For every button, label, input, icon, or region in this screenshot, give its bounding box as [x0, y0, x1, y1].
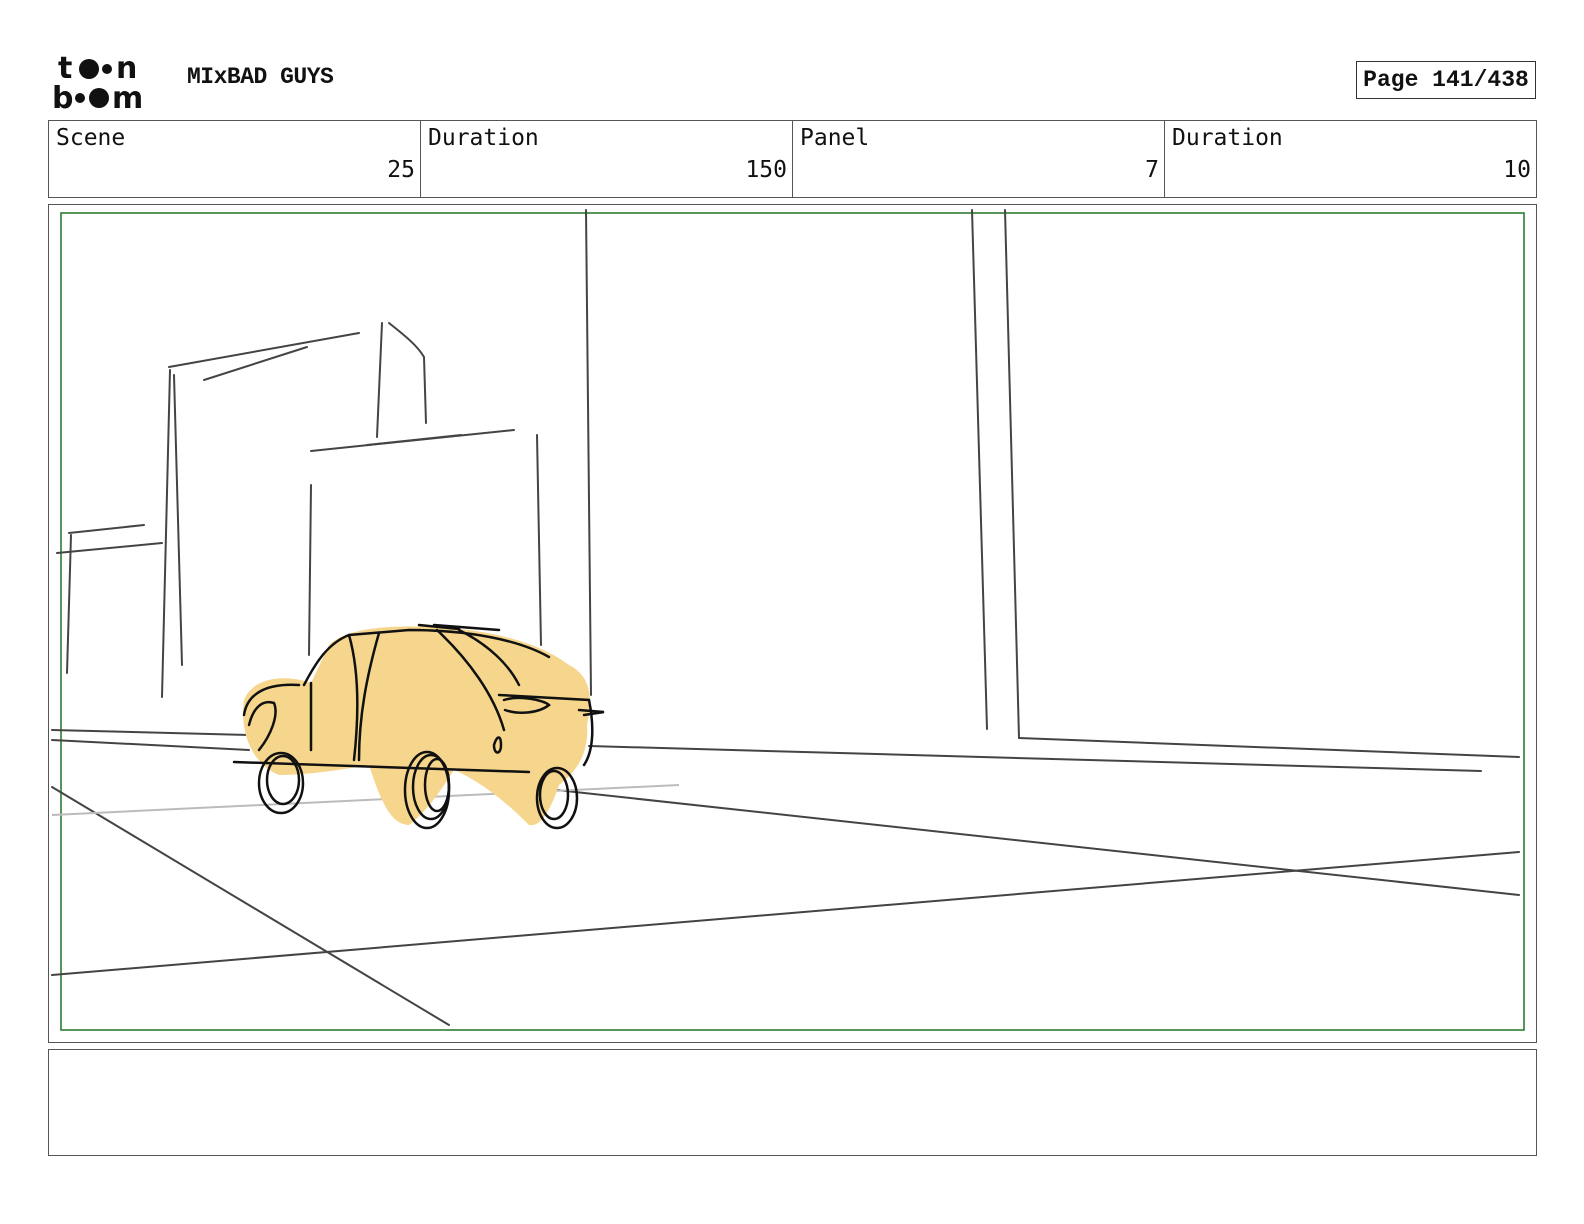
scene-info-table: Scene 25 Duration 150 Panel 7 Duration 1… [48, 120, 1537, 198]
scene-duration-cell: Duration 150 [421, 121, 793, 197]
storyboard-panel [48, 204, 1537, 1043]
safe-frame [60, 212, 1525, 1031]
background-sketch [51, 209, 1520, 1026]
scene-value: 25 [387, 157, 415, 183]
panel-cell: Panel 7 [793, 121, 1165, 197]
svg-text:b: b [52, 81, 73, 112]
panel-duration-label: Duration [1172, 125, 1283, 151]
scene-duration-label: Duration [428, 125, 539, 151]
scene-duration-value: 150 [745, 157, 787, 183]
panel-sketch [51, 209, 1525, 1031]
panel-duration-cell: Duration 10 [1165, 121, 1536, 197]
panel-value: 7 [1145, 157, 1159, 183]
toon-boom-logo-icon: t n b m [52, 52, 143, 112]
car-sketch [232, 623, 605, 830]
ground-guide-line [51, 784, 680, 816]
panel-duration-value: 10 [1503, 157, 1531, 183]
page-indicator: Page 141/438 [1356, 61, 1536, 99]
project-title: MIxBAD GUYS [187, 64, 334, 90]
scene-cell: Scene 25 [49, 121, 421, 197]
panel-notes-box[interactable] [48, 1049, 1537, 1156]
svg-text:m: m [112, 81, 143, 112]
panel-label: Panel [800, 125, 870, 151]
scene-label: Scene [56, 125, 126, 151]
toon-boom-logo: t n b m [52, 52, 164, 112]
